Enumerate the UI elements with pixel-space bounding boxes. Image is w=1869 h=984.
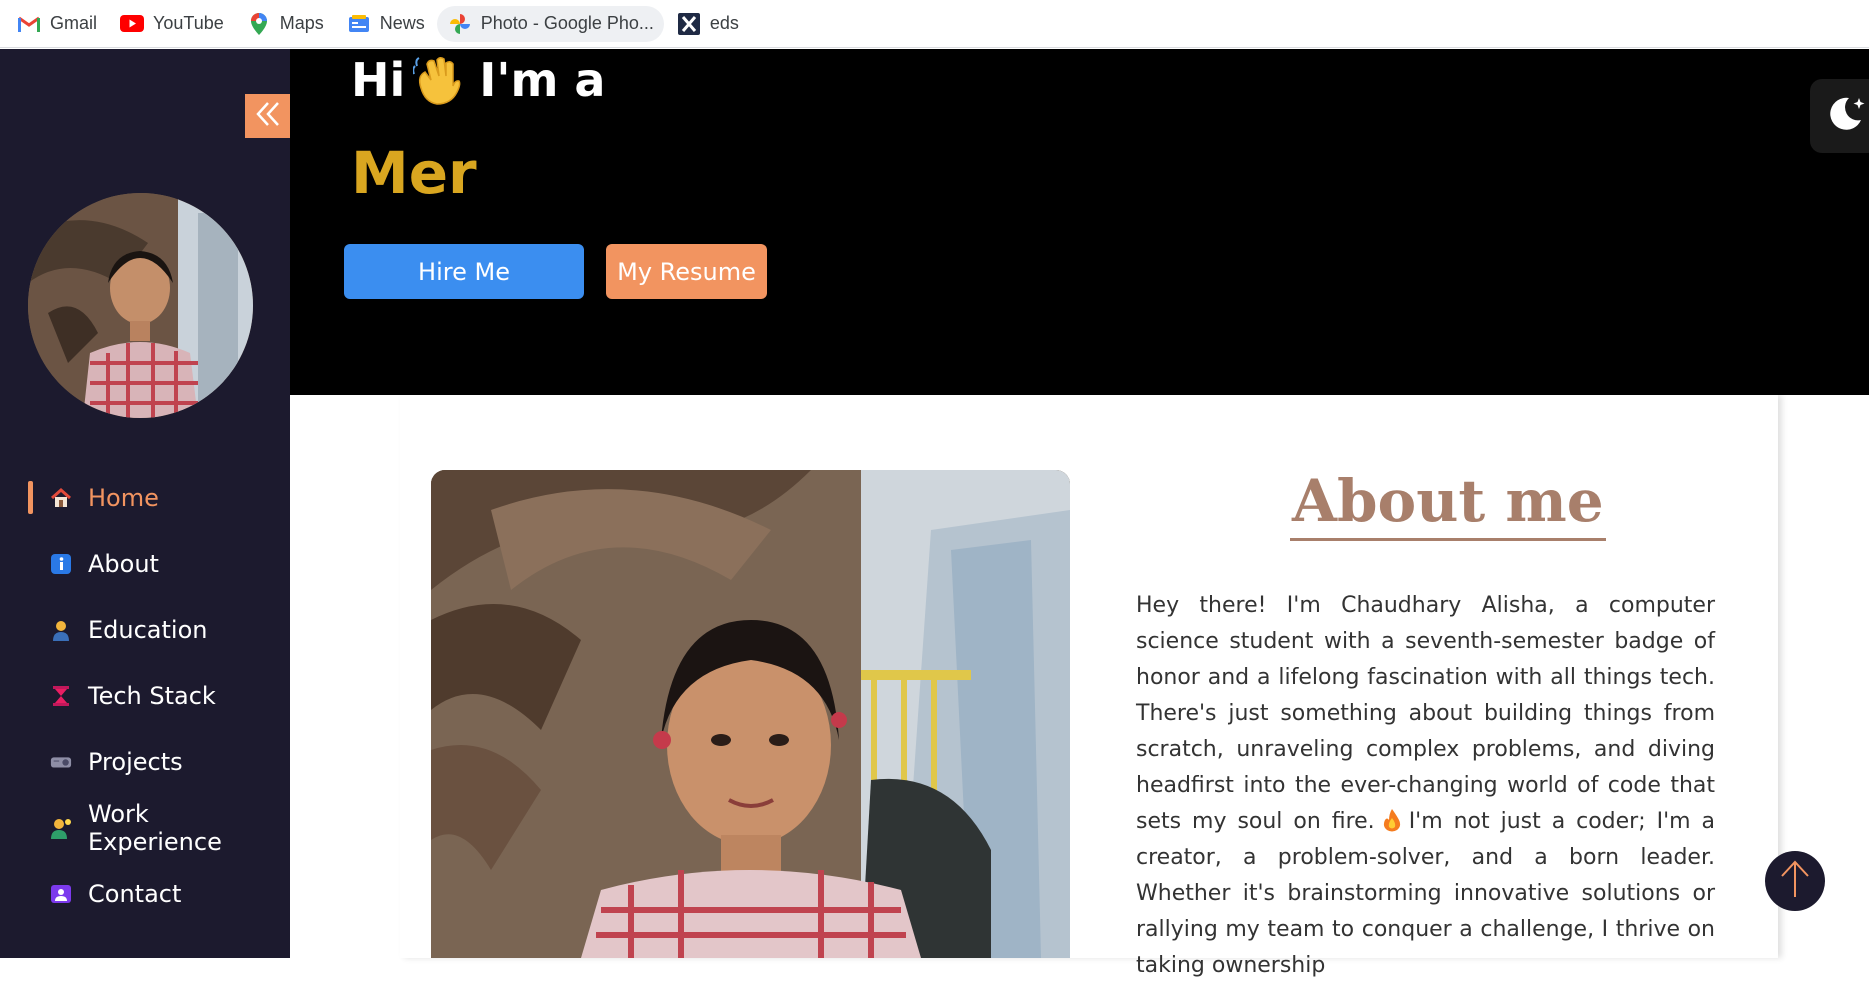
sidebar-item-label: Contact — [88, 880, 182, 908]
hero-section: Hi I'm a Mer Hire Me My Resume — [290, 49, 1869, 395]
bookmark-maps[interactable]: Maps — [236, 6, 334, 42]
maps-icon — [246, 12, 272, 35]
bookmark-eds[interactable]: eds — [666, 6, 749, 42]
scroll-to-top-button[interactable] — [1765, 851, 1825, 911]
sidebar-item-label: Tech Stack — [88, 682, 216, 710]
greeting-start: Hi — [351, 53, 406, 107]
projector-icon — [50, 751, 72, 773]
double-chevron-left-icon — [253, 99, 283, 134]
youtube-icon — [119, 13, 145, 35]
student-icon — [50, 619, 72, 641]
bookmark-label: News — [379, 13, 425, 33]
bookmark-label: YouTube — [153, 13, 224, 33]
hourglass-icon — [50, 685, 72, 707]
sidebar-item-tech-stack[interactable]: Tech Stack — [0, 663, 290, 729]
bookmark-news[interactable]: News — [336, 6, 435, 42]
avatar — [28, 193, 253, 418]
sidebar-item-label: About — [88, 550, 159, 578]
about-text-part-1: Hey there! I'm Chaudhary Alisha, a compu… — [1136, 593, 1715, 834]
sidebar-item-about[interactable]: About — [0, 531, 290, 597]
sidebar-item-home[interactable]: Home — [0, 465, 290, 531]
fire-icon — [1381, 808, 1403, 832]
arrow-up-icon — [1778, 859, 1812, 904]
hire-me-button[interactable]: Hire Me — [344, 244, 584, 299]
bookmark-gmail[interactable]: Gmail — [6, 6, 107, 42]
about-text: Hey there! I'm Chaudhary Alisha, a compu… — [1136, 588, 1715, 984]
sidebar-item-education[interactable]: Education — [0, 597, 290, 663]
technologist-icon — [50, 817, 72, 839]
sidebar-collapse-button[interactable] — [245, 94, 290, 138]
sidebar-item-label: Education — [88, 616, 208, 644]
theme-toggle-button[interactable] — [1810, 79, 1869, 153]
moon-stars-icon — [1823, 92, 1867, 141]
news-icon — [346, 13, 372, 35]
sidebar: Home About Education Tech Stack Projects — [0, 49, 290, 958]
bookmark-label: Maps — [279, 13, 324, 33]
house-icon — [50, 487, 72, 509]
sidebar-item-work-experience[interactable]: Work Experience — [0, 795, 290, 861]
sidebar-item-label: Projects — [88, 748, 183, 776]
waving-hand-icon — [413, 54, 463, 106]
sidebar-item-label: Home — [88, 484, 159, 512]
gmail-icon — [16, 13, 42, 35]
contact-card-icon — [50, 883, 72, 905]
about-text-part-2: I'm not just a coder; I'm a creator, a p… — [1136, 809, 1715, 978]
sidebar-nav: Home About Education Tech Stack Projects — [0, 465, 290, 927]
about-title: About me — [1290, 469, 1606, 541]
hero-greeting: Hi I'm a — [351, 53, 605, 107]
bookmark-label: eds — [709, 13, 739, 33]
google-photos-icon — [447, 13, 473, 35]
bookmarks-bar: Gmail YouTube Maps News Photo - Google P… — [0, 0, 1869, 48]
sidebar-item-contact[interactable]: Contact — [0, 861, 290, 927]
bookmark-label: Gmail — [50, 13, 98, 33]
bookmark-label: Photo - Google Pho... — [480, 13, 654, 33]
x-icon — [676, 12, 702, 35]
greeting-end: I'm a — [479, 53, 606, 107]
about-photo — [431, 470, 1070, 958]
sidebar-item-projects[interactable]: Projects — [0, 729, 290, 795]
typed-role-text: Mer — [351, 139, 477, 207]
sidebar-item-label: Work Experience — [88, 800, 222, 856]
my-resume-button[interactable]: My Resume — [606, 244, 767, 299]
bookmark-google-photos[interactable]: Photo - Google Pho... — [436, 5, 664, 42]
info-icon — [50, 553, 72, 575]
bookmark-youtube[interactable]: YouTube — [109, 6, 234, 42]
